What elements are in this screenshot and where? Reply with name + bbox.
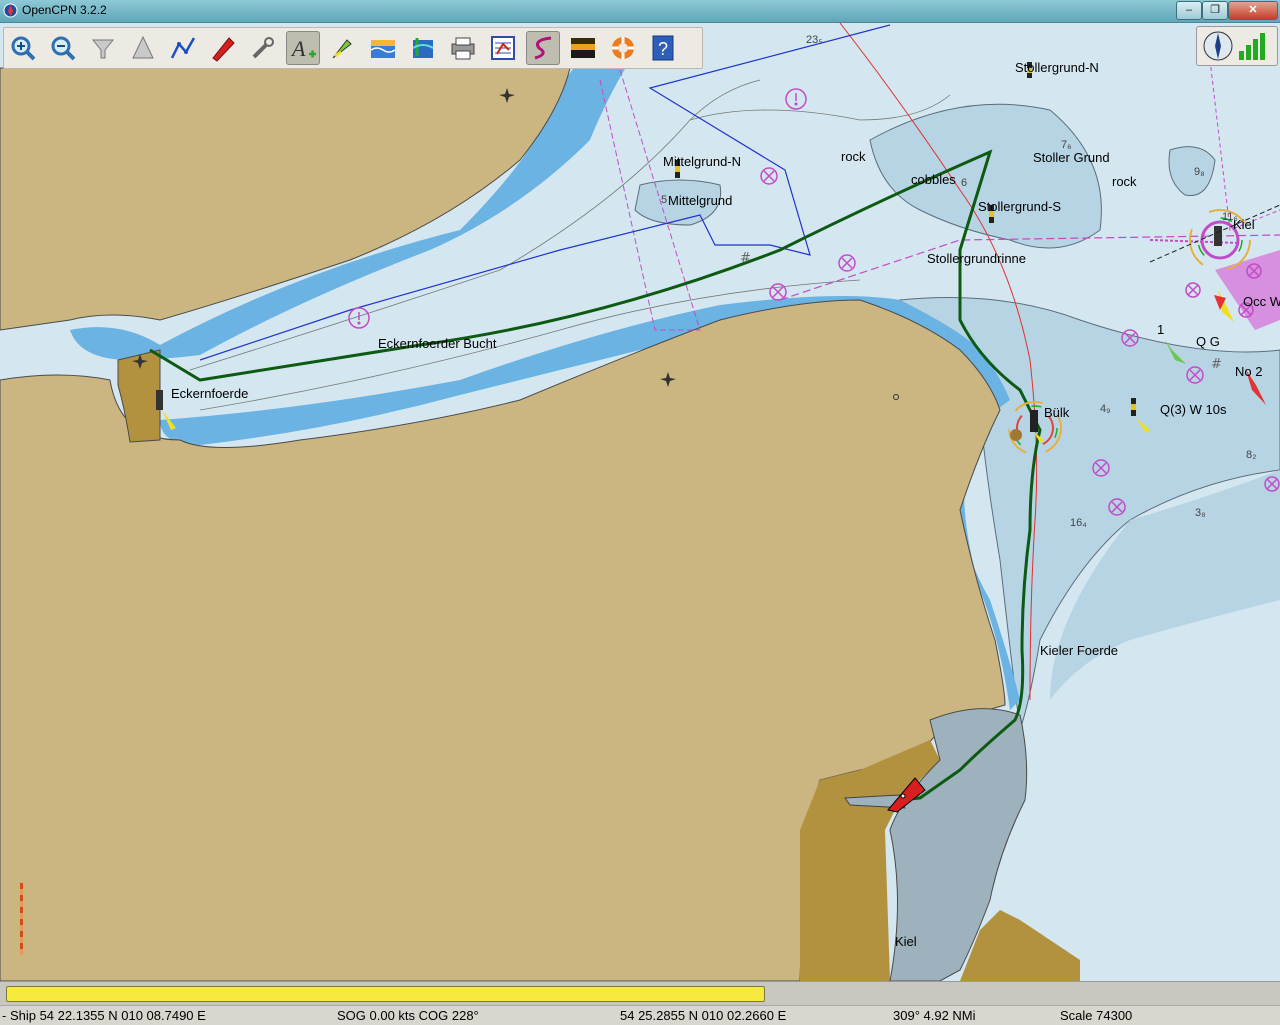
text-icon: A [290, 36, 316, 61]
label-stollergrund-n: Stollergrund-N [1015, 60, 1099, 75]
quilting-button[interactable] [406, 31, 440, 65]
ship-position: - Ship 54 22.1355 N 010 08.7490 E [2, 1008, 206, 1023]
layers-icon [412, 38, 434, 58]
lighthouse-kiel [1149, 204, 1280, 263]
sog-cog: SOG 0.00 kts COG 228° [337, 1008, 479, 1023]
close-button[interactable]: ✕ [1228, 1, 1278, 20]
sounding: 6 [961, 177, 968, 189]
label-eckernfoerder-bucht: Eckernfoerder Bucht [378, 336, 497, 351]
chart-scale: Scale 74300 [1060, 1008, 1133, 1023]
label-no-2: No 2 [1235, 364, 1263, 379]
bearing-distance: 309° 4.92 NMi [893, 1008, 976, 1023]
label-kiel: Kiel [895, 934, 917, 949]
print-button[interactable] [446, 31, 480, 65]
zoom-out-button[interactable] [46, 31, 80, 65]
scale-in-button[interactable] [86, 31, 120, 65]
svg-text:#: # [1211, 357, 1222, 372]
route-icon [170, 37, 196, 59]
chart-quilt-bar[interactable] [6, 986, 765, 1002]
maximize-button[interactable]: ❐ [1202, 1, 1228, 20]
sounding: 5 [661, 194, 668, 206]
label-mittelgrund-n: Mittelgrund-N [663, 154, 742, 169]
zoom-out-icon [51, 36, 76, 61]
route-manager-icon [491, 36, 515, 60]
color-scheme-button[interactable] [566, 31, 600, 65]
options-button[interactable] [246, 31, 280, 65]
text-button[interactable]: A [286, 31, 320, 65]
opencpn-app-icon [3, 3, 18, 18]
label-buelk: Bülk [1044, 405, 1070, 420]
mid-depth-area [1168, 146, 1216, 197]
label-eckernfoerde: Eckernfoerde [171, 386, 249, 401]
label-occ-w: Occ W [1243, 294, 1280, 309]
label-cobbles: cobbles [911, 172, 956, 187]
label-stoller-grund: Stoller Grund [1033, 150, 1110, 165]
sounding: 11₆ [1222, 211, 1238, 223]
sounding: 23₅ [806, 34, 823, 46]
chart-canvas[interactable]: # # Stollergrund-N Stoller Grund rock ro… [0, 23, 1280, 981]
label-q3-w-10s: Q(3) W 10s [1160, 402, 1227, 417]
scale-ruler [20, 883, 23, 955]
label-buoy-1: 1 [1157, 322, 1165, 337]
label-q-g: Q G [1196, 334, 1220, 349]
sounding: 4₉ [1100, 403, 1111, 415]
label-mittelgrund: Mittelgrund [668, 193, 733, 208]
sunset-icon [571, 38, 595, 58]
track-button[interactable] [526, 31, 560, 65]
svg-text:#: # [740, 251, 751, 266]
svg-text:A: A [290, 36, 306, 61]
current-tide-button[interactable] [326, 31, 360, 65]
auto-follow-button[interactable] [206, 31, 240, 65]
lifebuoy-icon [612, 37, 634, 59]
sounding: 9₈ [1194, 166, 1205, 178]
sounding: 7₆ [1061, 139, 1072, 151]
svg-text:?: ? [658, 39, 668, 59]
mid-depth-area [869, 103, 1102, 249]
boat-icon [212, 37, 235, 62]
sounding: 3₈ [1195, 507, 1206, 519]
minimize-button[interactable]: – [1176, 1, 1202, 20]
window-title: OpenCPN 3.2.2 [22, 3, 107, 17]
label-stollergrundrinne: Stollergrundrinne [927, 251, 1027, 266]
cone-icon [132, 35, 154, 59]
zoom-in-icon [11, 36, 36, 61]
label-kieler-foerde: Kieler Foerde [1040, 643, 1119, 658]
help-icon: ? [652, 35, 674, 61]
help-button[interactable]: ? [646, 31, 680, 65]
wrench-icon [252, 37, 274, 59]
chart-svg: # # [0, 23, 1280, 981]
route-manager-button[interactable] [486, 31, 520, 65]
scale-out-button[interactable] [126, 31, 160, 65]
chart-bar-area [0, 981, 1280, 1006]
funnel-icon [91, 39, 115, 59]
track-icon [534, 36, 552, 60]
sounding: 16₄ [1070, 517, 1087, 529]
route-button[interactable] [166, 31, 200, 65]
mob-button[interactable] [606, 31, 640, 65]
signal-strength-icon [1239, 33, 1265, 60]
tide-icon [370, 40, 396, 58]
printer-icon [451, 37, 475, 60]
compass-icon [1203, 31, 1233, 61]
label-stollergrund-s: Stollergrund-S [978, 199, 1062, 214]
status-bar: - Ship 54 22.1355 N 010 08.7490 E SOG 0.… [0, 1005, 1280, 1025]
main-toolbar: A ? [3, 27, 703, 69]
sounding: 8₂ [1246, 449, 1257, 461]
title-bar: OpenCPN 3.2.2 – ❐ ✕ [0, 0, 1280, 23]
zoom-in-button[interactable] [6, 31, 40, 65]
label-rock: rock [1112, 174, 1137, 189]
cursor-position: 54 25.2855 N 010 02.2660 E [620, 1008, 787, 1023]
label-rock: rock [841, 149, 866, 164]
tides-button[interactable] [366, 31, 400, 65]
gps-compass-status[interactable] [1196, 26, 1278, 66]
current-icon [332, 39, 352, 59]
